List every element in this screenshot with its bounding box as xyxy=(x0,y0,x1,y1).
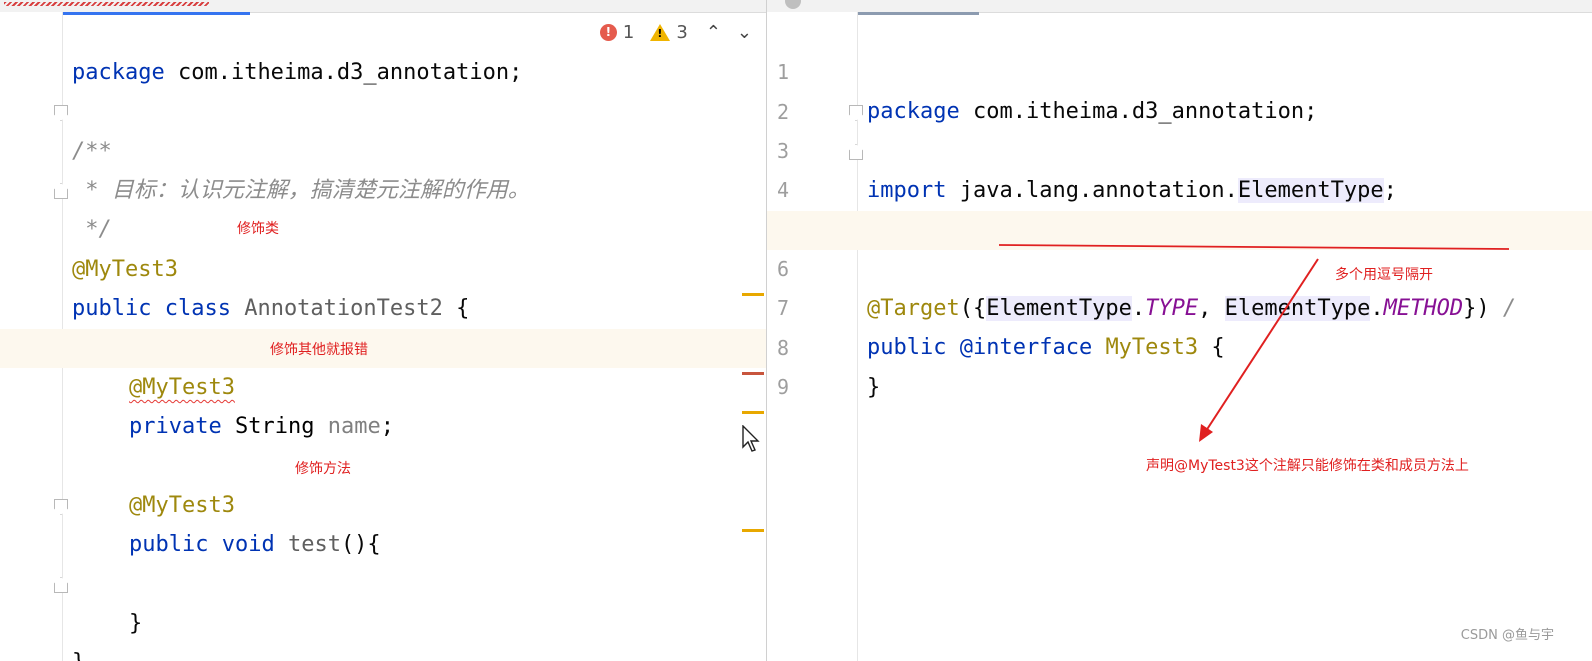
code-line-15[interactable]: } xyxy=(0,565,766,636)
code-line-3[interactable]: /** xyxy=(0,93,766,164)
right-tab-strip xyxy=(767,0,1592,15)
right-editor-pane[interactable]: 1 package com.itheima.d3_annotation; 2 3… xyxy=(767,0,1592,661)
code-line-12[interactable]: @MyTest3 xyxy=(0,447,766,518)
code-line-4[interactable]: * 目标：认识元注解，搞清楚元注解的作用。 xyxy=(0,132,766,203)
code-line-8[interactable]: 8 } xyxy=(767,290,1592,400)
note-method: 修饰方法 xyxy=(295,461,351,477)
tab-error-squiggle xyxy=(4,2,209,6)
code-line-16[interactable]: } xyxy=(0,604,766,661)
error-stripe-marker[interactable] xyxy=(742,372,764,375)
warning-stripe-marker[interactable] xyxy=(742,529,764,532)
note-declaration: 声明@MyTest3这个注解只能修饰在类和成员方法上 xyxy=(1146,458,1469,474)
code-line-7[interactable]: public class AnnotationTest2 { xyxy=(0,250,766,321)
note-class: 修饰类 xyxy=(237,221,279,237)
annotation-file-icon xyxy=(785,0,801,9)
code-line-9[interactable]: @MyTest3 xyxy=(0,329,766,400)
note-comma: 多个用逗号隔开 xyxy=(1335,267,1433,283)
warning-stripe-marker[interactable] xyxy=(742,411,764,414)
code-line-7[interactable]: 7 public @interface MyTest3 { xyxy=(767,250,1592,360)
line-number: 9 xyxy=(777,375,790,399)
code-line-1[interactable]: 1 package com.itheima.d3_annotation; xyxy=(767,14,1592,124)
left-editor-pane[interactable]: ! 1 ! 3 ⌃ ⌄ package com.itheima.d3_annot… xyxy=(0,0,766,661)
mouse-cursor-icon xyxy=(742,425,760,452)
code-line-9[interactable]: 9 xyxy=(767,329,1592,399)
code-line-13[interactable]: public void test(){ xyxy=(0,486,766,557)
code-line-6[interactable]: 6 @Target({ElementType.TYPE, ElementType… xyxy=(767,211,1592,321)
code-line-6[interactable]: @MyTest3 xyxy=(0,211,766,282)
code-line-3[interactable]: 3 import java.lang.annotation.ElementTyp… xyxy=(767,93,1592,203)
left-tab-strip xyxy=(0,0,766,15)
code-line-5[interactable]: */ xyxy=(0,171,766,242)
watermark: CSDN @鱼与宇 xyxy=(1460,628,1554,643)
warning-stripe-marker[interactable] xyxy=(742,293,764,296)
note-field: 修饰其他就报错 xyxy=(270,342,368,358)
code-line-5[interactable]: 5 xyxy=(767,171,1592,241)
code-line-2[interactable]: 2 xyxy=(767,54,1592,124)
code-line-1[interactable]: package com.itheima.d3_annotation; xyxy=(0,14,766,85)
code-line-4[interactable]: 4 import java.lang.annotation.Target; xyxy=(767,132,1592,242)
code-line-10[interactable]: private String name; xyxy=(0,368,766,439)
